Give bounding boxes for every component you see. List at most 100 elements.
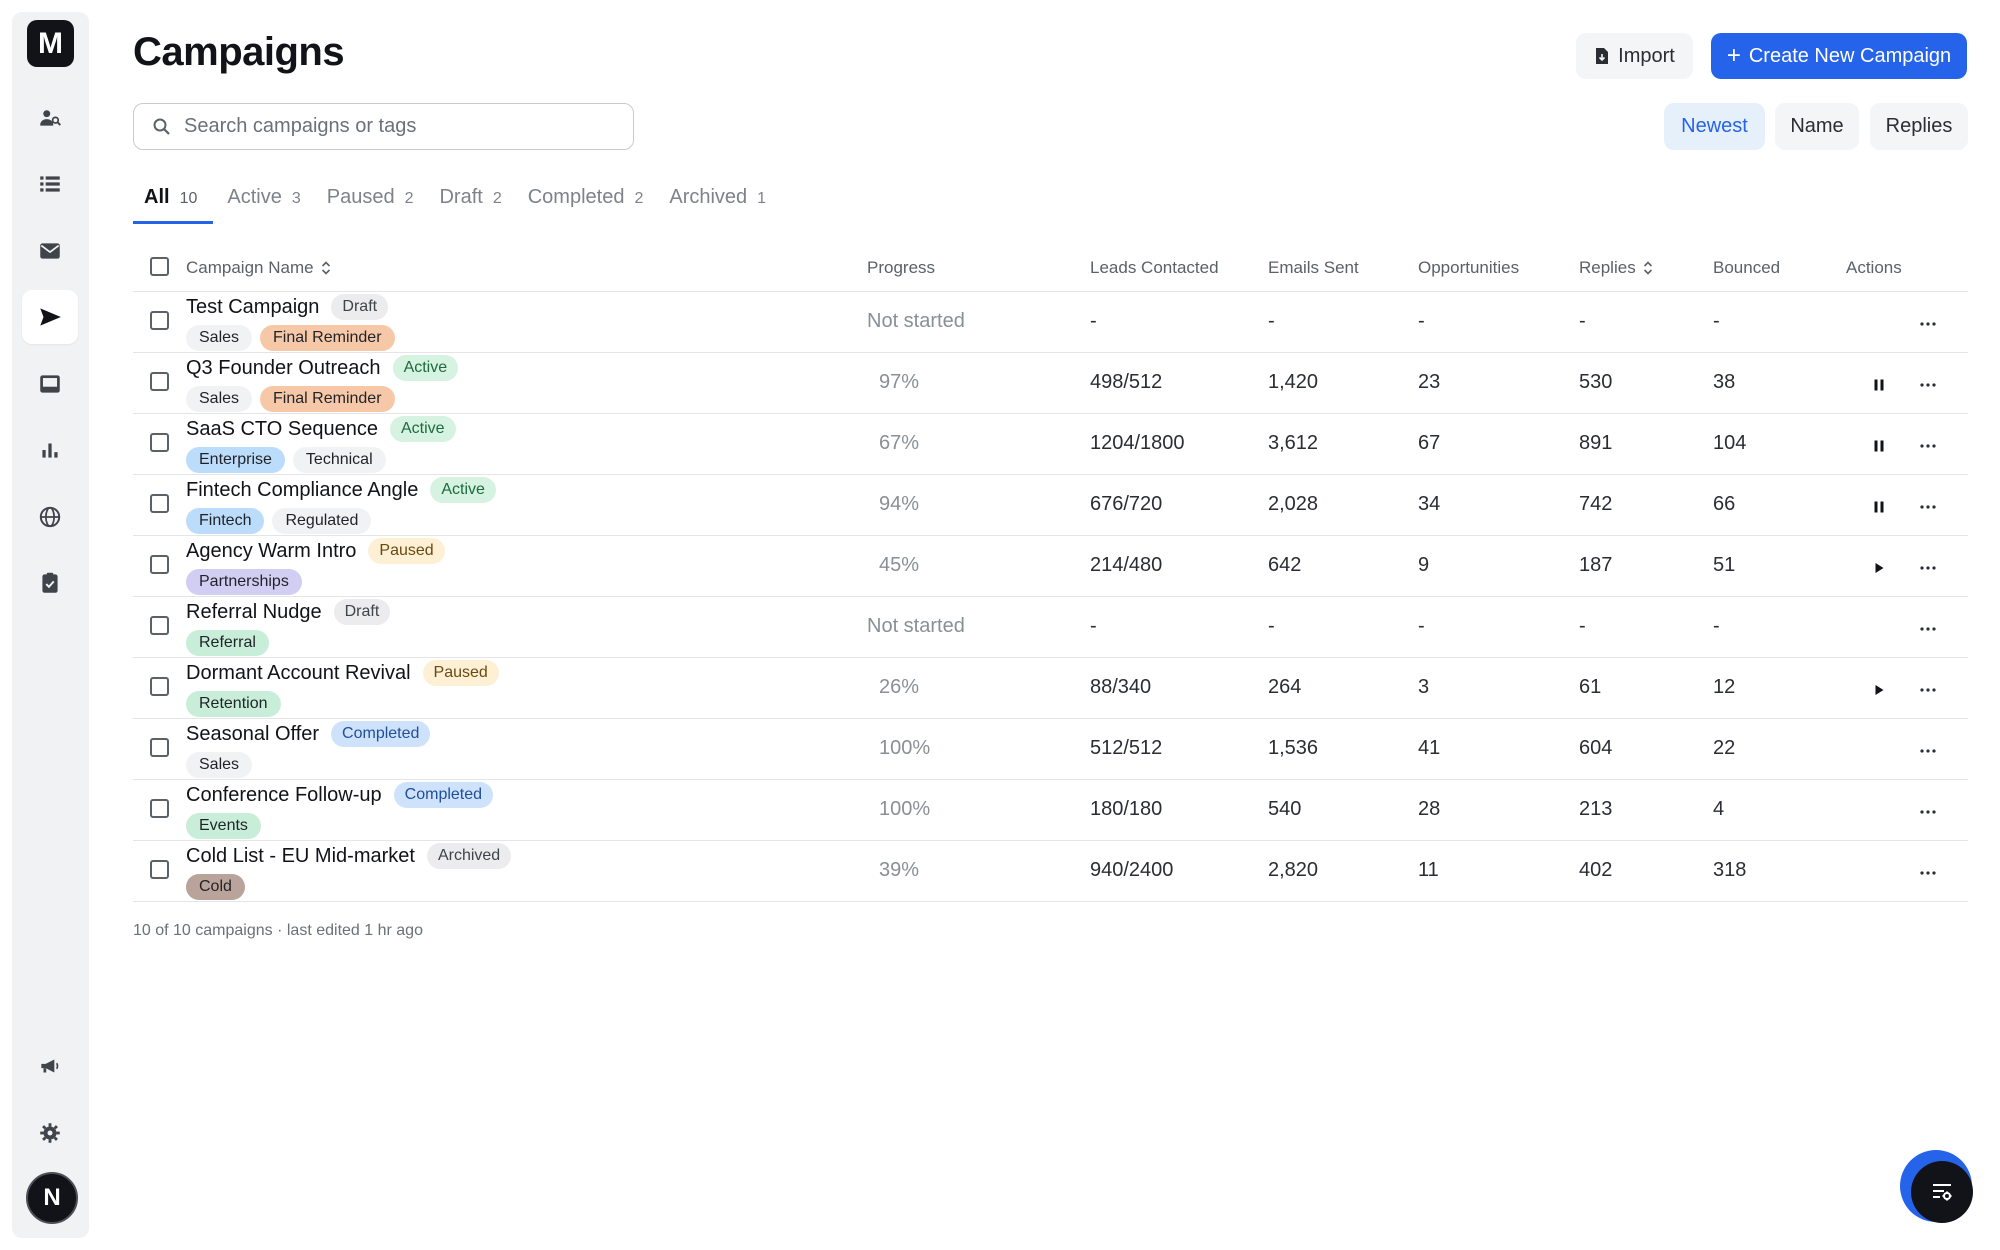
nav-email[interactable] bbox=[22, 224, 78, 278]
more-actions-button[interactable] bbox=[1918, 314, 1938, 334]
create-campaign-button[interactable]: + Create New Campaign bbox=[1711, 33, 1967, 79]
more-actions-button[interactable] bbox=[1918, 497, 1938, 517]
leads-value: 498/512 bbox=[1090, 371, 1163, 393]
search-box[interactable] bbox=[133, 103, 634, 150]
column-progress: Progress bbox=[867, 258, 935, 278]
sort-replies-button[interactable]: Replies bbox=[1870, 103, 1968, 150]
resume-campaign-button[interactable] bbox=[1869, 680, 1889, 700]
app-logo[interactable]: M bbox=[27, 20, 74, 67]
nav-tasks[interactable] bbox=[22, 556, 78, 610]
campaign-name[interactable]: Seasonal Offer bbox=[186, 723, 319, 746]
tab-count: 1 bbox=[757, 190, 767, 207]
row-checkbox[interactable] bbox=[150, 494, 169, 513]
filter-settings-fab[interactable] bbox=[1911, 1161, 1973, 1223]
row-checkbox[interactable] bbox=[150, 311, 169, 330]
tab-all[interactable]: All 10 bbox=[133, 178, 214, 224]
table-row[interactable]: Q3 Founder Outreach Active Sales Final Remi… bbox=[133, 353, 1968, 414]
nav-analytics[interactable] bbox=[22, 423, 78, 477]
campaign-name[interactable]: Conference Follow-up bbox=[186, 784, 382, 807]
campaign-name[interactable]: SaaS CTO Sequence bbox=[186, 418, 378, 441]
tag-sales[interactable]: Sales bbox=[186, 325, 253, 351]
campaign-name[interactable]: Q3 Founder Outreach bbox=[186, 357, 381, 380]
tag-events[interactable]: Events bbox=[186, 813, 261, 839]
select-all-checkbox[interactable] bbox=[150, 257, 169, 276]
nav-leads[interactable] bbox=[22, 91, 78, 145]
leads-value: 512/512 bbox=[1090, 737, 1163, 759]
tab-archived[interactable]: Archived 1 bbox=[657, 178, 778, 224]
table-row[interactable]: Seasonal Offer Completed Sales 100% 512/512 1… bbox=[133, 719, 1968, 780]
user-avatar[interactable]: N bbox=[26, 1172, 78, 1224]
row-checkbox[interactable] bbox=[150, 860, 169, 879]
table-row[interactable]: SaaS CTO Sequence Active Enterprise Technic… bbox=[133, 414, 1968, 475]
resume-campaign-button[interactable] bbox=[1869, 558, 1889, 578]
nav-inbox[interactable] bbox=[22, 357, 78, 411]
campaign-name[interactable]: Test Campaign bbox=[186, 296, 319, 319]
campaign-name[interactable]: Referral Nudge bbox=[186, 601, 322, 624]
tag-regulated[interactable]: Regulated bbox=[272, 508, 372, 534]
more-actions-button[interactable] bbox=[1918, 436, 1938, 456]
more-actions-button[interactable] bbox=[1918, 802, 1938, 822]
tag-technical[interactable]: Technical bbox=[292, 447, 386, 473]
more-actions-button[interactable] bbox=[1918, 619, 1938, 639]
tag-final-reminder[interactable]: Final Reminder bbox=[260, 325, 395, 351]
tab-paused[interactable]: Paused 2 bbox=[315, 178, 426, 224]
more-actions-button[interactable] bbox=[1918, 680, 1938, 700]
row-checkbox[interactable] bbox=[150, 677, 169, 696]
nav-campaigns[interactable] bbox=[22, 290, 78, 344]
campaign-name[interactable]: Cold List - EU Mid-market bbox=[186, 845, 415, 868]
column-replies[interactable]: Replies bbox=[1579, 258, 1654, 278]
file-import-icon bbox=[1596, 48, 1609, 64]
row-checkbox[interactable] bbox=[150, 433, 169, 452]
tag-sales[interactable]: Sales bbox=[186, 386, 253, 412]
row-checkbox[interactable] bbox=[150, 555, 169, 574]
tag-referral[interactable]: Referral bbox=[186, 630, 269, 656]
table-row[interactable]: Agency Warm Intro Paused Partnerships 45% 21… bbox=[133, 536, 1968, 597]
search-input[interactable] bbox=[184, 115, 604, 138]
sort-name-button[interactable]: Name bbox=[1775, 103, 1859, 150]
campaign-name[interactable]: Fintech Compliance Angle bbox=[186, 479, 418, 502]
tab-draft[interactable]: Draft 2 bbox=[427, 178, 513, 224]
row-checkbox[interactable] bbox=[150, 616, 169, 635]
progress-value: 39% bbox=[879, 859, 920, 881]
tag-enterprise[interactable]: Enterprise bbox=[186, 447, 285, 473]
nav-announcements[interactable] bbox=[22, 1039, 78, 1093]
leads-value: - bbox=[1090, 615, 1097, 637]
table-row[interactable]: Cold List - EU Mid-market Archived Cold 39%… bbox=[133, 841, 1968, 902]
tag-cold[interactable]: Cold bbox=[186, 874, 245, 900]
bounced-value: 51 bbox=[1713, 554, 1736, 576]
table-row[interactable]: Test Campaign Draft Sales Final Reminder Not… bbox=[133, 292, 1968, 353]
row-checkbox[interactable] bbox=[150, 738, 169, 757]
table-row[interactable]: Dormant Account Revival Paused Retention 26… bbox=[133, 658, 1968, 719]
campaign-name[interactable]: Dormant Account Revival bbox=[186, 662, 411, 685]
pause-campaign-button[interactable] bbox=[1869, 375, 1889, 395]
tag-retention[interactable]: Retention bbox=[186, 691, 281, 717]
table-row[interactable]: Fintech Compliance Angle Active Fintech Reg… bbox=[133, 475, 1968, 536]
column-campaign-name[interactable]: Campaign Name bbox=[186, 258, 332, 278]
more-actions-button[interactable] bbox=[1918, 558, 1938, 578]
nav-lists[interactable] bbox=[22, 157, 78, 211]
tag-sales[interactable]: Sales bbox=[186, 752, 253, 778]
more-actions-button[interactable] bbox=[1918, 863, 1938, 883]
gear-icon bbox=[40, 1123, 60, 1143]
tag-final-reminder[interactable]: Final Reminder bbox=[260, 386, 395, 412]
tab-active[interactable]: Active 3 bbox=[215, 178, 312, 224]
tag-fintech[interactable]: Fintech bbox=[186, 508, 265, 534]
status-badge: Paused bbox=[422, 660, 499, 686]
row-checkbox[interactable] bbox=[150, 799, 169, 818]
more-actions-button[interactable] bbox=[1918, 375, 1938, 395]
tag-partnerships[interactable]: Partnerships bbox=[186, 569, 302, 595]
nav-settings[interactable] bbox=[22, 1106, 78, 1160]
sort-newest-button[interactable]: Newest bbox=[1664, 103, 1765, 150]
nav-domains[interactable] bbox=[22, 490, 78, 544]
table-row[interactable]: Referral Nudge Draft Referral Not started - -… bbox=[133, 597, 1968, 658]
campaign-name[interactable]: Agency Warm Intro bbox=[186, 540, 356, 563]
table-row[interactable]: Conference Follow-up Completed Events 100% 1… bbox=[133, 780, 1968, 841]
tab-completed[interactable]: Completed 2 bbox=[516, 178, 656, 224]
row-checkbox[interactable] bbox=[150, 372, 169, 391]
import-button[interactable]: Import bbox=[1576, 33, 1693, 79]
pause-icon bbox=[1874, 440, 1884, 452]
more-actions-button[interactable] bbox=[1918, 741, 1938, 761]
replies-value: 742 bbox=[1579, 493, 1613, 515]
pause-campaign-button[interactable] bbox=[1869, 436, 1889, 456]
pause-campaign-button[interactable] bbox=[1869, 497, 1889, 517]
